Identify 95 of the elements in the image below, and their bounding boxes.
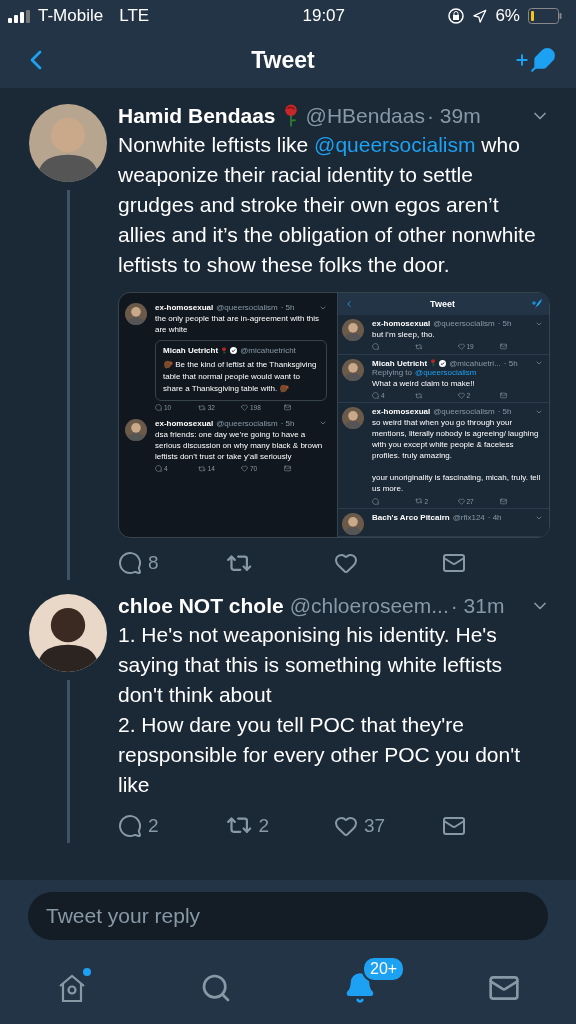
retweet-button[interactable]: 2 [226, 812, 334, 839]
location-icon [472, 8, 488, 24]
retweet-count: 2 [258, 814, 269, 837]
screenshot-image[interactable] [118, 292, 550, 539]
retweet-icon [414, 343, 423, 351]
tweet-text: What a weird claim to make!! [372, 377, 476, 389]
reply-count: 8 [148, 552, 159, 575]
tweet-text: Be the kind of leftist at the Thanksgiving table that normal people would want to share a Thanksgiving table with. [163, 359, 318, 395]
tweet-time: · 5h [280, 418, 295, 428]
signal-icon [8, 9, 30, 23]
tweet-text: the only people that are in-agreement with this are white [155, 313, 321, 335]
author-name: Hamid Bendaas [118, 104, 276, 128]
author-name: Micah Uetricht [163, 346, 219, 355]
carrier-name: T-Mobile [38, 6, 104, 26]
tweet-time: · 4h [487, 513, 502, 523]
author-name: Bach's Arco Pitcairn [372, 513, 450, 523]
tweet-text: Nonwhite leftists like @queersocialism who weaponize their racial identity to settle grudges and stroke their own egos aren’t allies and it’s the obligation of other nonwhite leftists to show these folks the door. [118, 132, 537, 278]
quoted-tweet[interactable]: Micah Uetricht @micahuetricht Be the kind of leftist at the Thanksgiving table that normal people would want to share a Thanksgiving table with. [155, 340, 327, 401]
author-handle: @queersocialism [433, 407, 495, 417]
mail-icon [284, 404, 291, 412]
tweet-text: so weird that when you go through your mentions, literally nobody is agreeing/ laughing with you except white people & faceless profiles. truly amazing. your unoriginality is fascinating, micah, truly. tell us more. [372, 417, 542, 495]
tweet-time: · 5h [497, 319, 512, 328]
author-handle: @micahuetri... [449, 358, 501, 368]
author-handle: @queersocialism [216, 418, 278, 428]
author-name: ex-homosexual [372, 407, 431, 417]
author-name: ex-homosexual [372, 319, 431, 328]
battery-percent: 6% [495, 6, 520, 26]
mention-link[interactable]: @queersocialism [415, 367, 477, 377]
rotation-lock-icon [448, 8, 465, 24]
author-handle: @rfix124 [452, 513, 485, 523]
mail-icon [500, 497, 508, 505]
author-handle: @chloeroseem... [289, 594, 449, 619]
mail-icon [500, 343, 508, 351]
tweet-time: · 5h [503, 358, 518, 368]
search-icon[interactable] [200, 972, 232, 1004]
author-name: Micah Uetricht [372, 358, 428, 368]
reply-count: 2 [148, 814, 159, 837]
tweet-text: 1. He's not weaponising his identity. He's saying that this is something white leftists don't think about 2. How dare you tell POC that they're repsponsible for every other POC you don't like [118, 622, 522, 799]
replying-label: Replying to [372, 367, 413, 377]
retweet-icon [198, 404, 206, 412]
heart-icon [241, 404, 248, 412]
bell-icon[interactable] [344, 972, 376, 1004]
reply-icon [372, 497, 379, 505]
author-name: ex-homosexual [155, 418, 214, 428]
reply-field[interactable]: Tweet your reply [28, 892, 548, 940]
like-button[interactable]: 37 [334, 812, 442, 839]
author-handle: @micahuetricht [240, 346, 296, 355]
reply-icon [118, 813, 142, 838]
tweet-time: · 5h [497, 407, 512, 417]
plus-icon [514, 52, 530, 68]
reply-icon [155, 465, 162, 473]
avatar[interactable] [342, 358, 364, 381]
notification-badge: 20+ [362, 956, 406, 982]
page-title: Tweet [251, 46, 315, 74]
retweet-icon [414, 497, 423, 506]
tweet-time: · 39m [426, 104, 481, 128]
heart-icon [241, 465, 248, 473]
author-handle: @HBendaas [305, 104, 425, 128]
retweet-icon [414, 391, 423, 400]
heart-icon [334, 551, 358, 576]
reply-icon [118, 551, 142, 576]
tweet-time: · 5h [280, 303, 295, 312]
avatar[interactable] [125, 418, 147, 441]
heart-icon [457, 343, 465, 351]
avatar[interactable] [342, 513, 364, 536]
heart-icon [457, 497, 465, 505]
avatar[interactable] [342, 319, 364, 341]
network-type: LTE [119, 6, 150, 26]
tweet-text: dsa friends: one day we’re going to have a serious discussion on why many black & brown leftists don’t trust or take y’all seriously [155, 428, 324, 462]
author-name: chloe NOT chole [118, 594, 284, 619]
reply-button[interactable]: 8 [118, 550, 226, 577]
author-name: ex-homosexual [155, 303, 214, 312]
reply-icon [372, 343, 379, 351]
battery-icon [528, 8, 562, 24]
home-icon[interactable] [57, 972, 87, 1004]
tweet-text: but i’m sleep, tho. [372, 329, 436, 340]
mention-link[interactable]: @queersocialism [314, 133, 476, 156]
mail-icon [500, 392, 508, 400]
avatar[interactable] [125, 303, 147, 325]
tweet-time: · 31m [450, 594, 505, 619]
screen-title: Tweet [430, 299, 455, 309]
avatar[interactable] [342, 407, 364, 430]
back-icon[interactable] [344, 299, 354, 309]
reply-button[interactable]: 2 [118, 812, 226, 839]
clock: 19:07 [302, 6, 346, 26]
like-count: 37 [364, 814, 386, 837]
reply-icon [155, 404, 162, 412]
retweet-icon [198, 464, 206, 473]
heart-icon [457, 392, 465, 400]
reply-icon [372, 392, 379, 400]
author-handle: @queersocialism [433, 319, 495, 328]
compose-button[interactable] [514, 47, 556, 73]
author-handle: @queersocialism [216, 303, 278, 312]
mail-icon [284, 465, 291, 473]
compose-icon[interactable] [531, 299, 543, 309]
